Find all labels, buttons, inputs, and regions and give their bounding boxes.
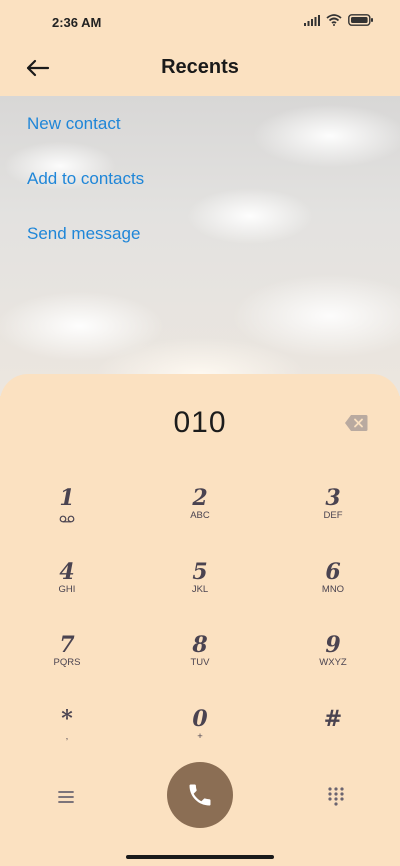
add-to-contacts-link[interactable]: Add to contacts bbox=[27, 169, 144, 224]
key-letters: MNO bbox=[321, 584, 345, 595]
key-1[interactable]: 1 bbox=[7, 486, 127, 546]
dialer-panel: 010 1 2 ABC 3 DEF 4 GHI 5 JKL 6 MNO 7 PQ… bbox=[0, 374, 400, 866]
phone-icon bbox=[189, 784, 211, 806]
key-4[interactable]: 4 GHI bbox=[7, 560, 127, 620]
dialed-number: 010 bbox=[173, 406, 227, 439]
key-letters: GHI bbox=[58, 584, 76, 595]
wifi-icon bbox=[326, 14, 342, 26]
send-message-link[interactable]: Send message bbox=[27, 224, 144, 279]
status-icons bbox=[304, 14, 374, 26]
key-digit: 8 bbox=[192, 632, 208, 658]
key-digit: 9 bbox=[325, 632, 341, 658]
page-title: Recents bbox=[161, 56, 239, 78]
key-letters: , bbox=[65, 731, 69, 742]
home-indicator[interactable] bbox=[126, 855, 274, 859]
key-letters: JKL bbox=[191, 584, 209, 595]
key-digit: 0 bbox=[192, 706, 208, 732]
key-digit: 6 bbox=[325, 559, 341, 585]
key-9[interactable]: 9 WXYZ bbox=[273, 633, 393, 693]
key-star[interactable]: * , bbox=[7, 707, 127, 767]
key-digit: * bbox=[61, 706, 73, 732]
key-digit: 4 bbox=[59, 559, 75, 585]
key-letters: ABC bbox=[190, 510, 210, 521]
menu-icon[interactable] bbox=[55, 786, 77, 808]
key-digit: 7 bbox=[59, 632, 75, 658]
key-2[interactable]: 2 ABC bbox=[140, 486, 260, 546]
key-8[interactable]: 8 TUV bbox=[140, 633, 260, 693]
key-0[interactable]: 0 + bbox=[140, 707, 260, 767]
new-contact-link[interactable]: New contact bbox=[27, 114, 144, 169]
key-letters: + bbox=[197, 731, 203, 742]
status-bar: 2:36 AM bbox=[0, 0, 400, 44]
backspace-icon[interactable] bbox=[344, 414, 368, 432]
call-button[interactable] bbox=[167, 762, 233, 828]
key-3[interactable]: 3 DEF bbox=[273, 486, 393, 546]
key-5[interactable]: 5 JKL bbox=[140, 560, 260, 620]
key-digit: 5 bbox=[192, 559, 208, 585]
dialpad-icon[interactable] bbox=[326, 786, 346, 806]
contact-actions: New contact Add to contacts Send message bbox=[27, 114, 144, 279]
key-digit: 3 bbox=[325, 485, 341, 511]
key-digit: 1 bbox=[59, 485, 75, 511]
voicemail-icon bbox=[59, 515, 75, 523]
key-digit: # bbox=[323, 706, 343, 732]
key-letters: PQRS bbox=[53, 657, 81, 668]
key-letters: WXYZ bbox=[319, 657, 347, 668]
key-digit: 2 bbox=[192, 485, 208, 511]
header: Recents bbox=[0, 44, 400, 94]
key-7[interactable]: 7 PQRS bbox=[7, 633, 127, 693]
battery-icon bbox=[348, 14, 373, 26]
key-hash[interactable]: # bbox=[273, 707, 393, 767]
status-time: 2:36 AM bbox=[52, 15, 102, 30]
key-letters: DEF bbox=[323, 510, 343, 521]
signal-icon bbox=[304, 14, 320, 26]
key-letters: TUV bbox=[190, 657, 210, 668]
key-6[interactable]: 6 MNO bbox=[273, 560, 393, 620]
